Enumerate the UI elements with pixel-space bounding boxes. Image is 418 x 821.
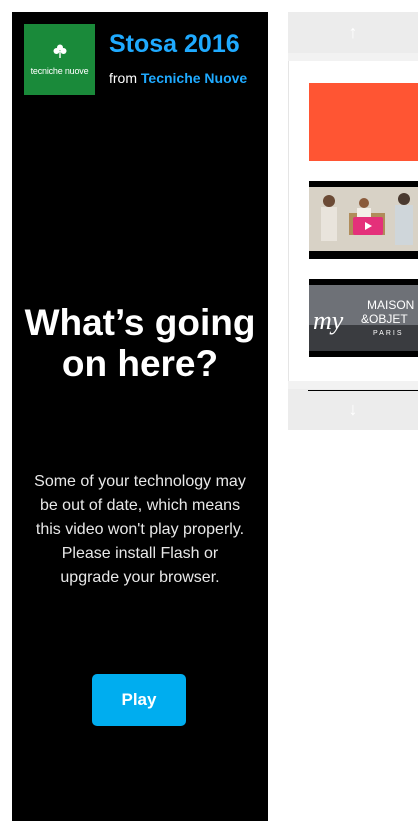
thumbnail-panel: my MAISON &OBJET PARIS	[288, 61, 418, 381]
scroll-down-button[interactable]: ↓	[288, 389, 418, 430]
logo-text: tecniche nuove	[30, 66, 89, 76]
video-byline: from Tecniche Nuove	[109, 71, 259, 86]
scroll-up-button[interactable]: ↑	[288, 12, 418, 53]
thumbnail-track: my MAISON &OBJET PARIS	[288, 53, 418, 389]
byline-prefix: from	[109, 70, 137, 86]
arrow-down-icon: ↓	[348, 399, 358, 419]
channel-logo[interactable]: tecniche nuove	[24, 24, 95, 95]
video-player: tecniche nuove Stosa 2016 from Tecniche …	[12, 12, 268, 821]
thumbnail-1[interactable]	[309, 83, 418, 161]
play-button[interactable]: Play	[92, 674, 186, 726]
thumbnail-2-image	[309, 187, 418, 251]
error-message: Some of your technology may be out of da…	[34, 473, 246, 586]
play-icon	[353, 217, 383, 235]
thumb3-script-text: my	[313, 306, 344, 335]
thumb3-top-text: MAISON	[367, 298, 414, 312]
owner-link[interactable]: Tecniche Nuove	[141, 70, 247, 86]
video-title[interactable]: Stosa 2016	[109, 30, 264, 59]
related-videos-sidebar: ↑ my MAISON &OBJET PARIS ↓	[288, 12, 418, 430]
thumbnail-3[interactable]: my MAISON &OBJET PARIS	[309, 279, 418, 357]
thumbnail-3-image: my MAISON &OBJET PARIS	[309, 285, 418, 351]
arrow-up-icon: ↑	[348, 22, 358, 42]
clover-icon	[53, 44, 67, 58]
sidebar-divider	[308, 390, 418, 391]
thumbnail-2[interactable]	[309, 181, 418, 259]
thumb3-city-text: PARIS	[373, 330, 404, 337]
error-headline: What’s going on here?	[24, 302, 256, 384]
maison-objet-illustration: my MAISON &OBJET PARIS	[309, 285, 418, 351]
thumb3-amp-text: &OBJET	[361, 312, 408, 326]
